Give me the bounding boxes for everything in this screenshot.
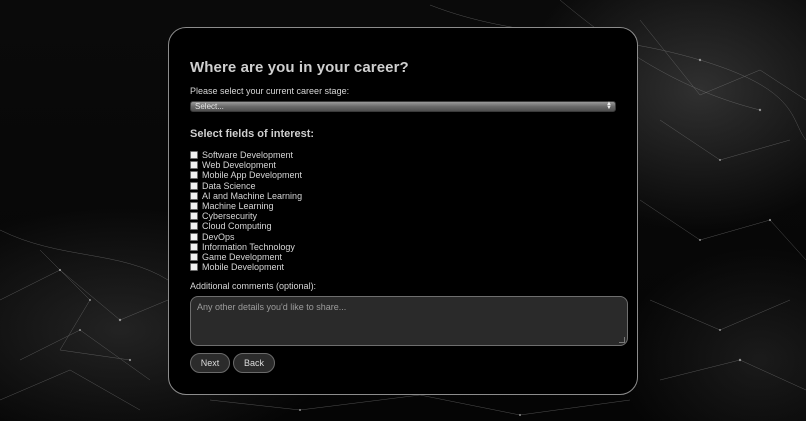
field-label: Web Development	[202, 160, 276, 171]
field-checkbox[interactable]	[190, 151, 198, 160]
field-checkbox[interactable]	[190, 191, 198, 200]
comments-textarea[interactable]: Any other details you'd like to share...	[190, 296, 628, 347]
next-button[interactable]: Next	[190, 353, 230, 374]
career-stage-label: Please select your current career stage:	[190, 86, 350, 96]
field-option: Information Technology	[190, 242, 627, 252]
field-label: Data Science	[202, 180, 256, 191]
field-label: Information Technology	[202, 241, 295, 252]
field-option: Game Development	[190, 252, 627, 262]
comments-label: Additional comments (optional):	[190, 281, 317, 292]
field-option: Machine Learning	[190, 201, 627, 211]
career-stage-selected-value: Select...	[195, 102, 224, 111]
field-checkbox[interactable]	[190, 263, 198, 272]
field-checkbox[interactable]	[190, 222, 198, 231]
career-stage-select[interactable]: Select... ▲ ▼	[190, 101, 616, 112]
field-checkbox[interactable]	[190, 252, 198, 261]
select-arrows-icon: ▲ ▼	[606, 101, 612, 111]
field-checkbox[interactable]	[190, 202, 198, 211]
field-label: Mobile App Development	[202, 170, 303, 181]
field-label: AI and Machine Learning	[202, 190, 303, 201]
fields-checkbox-list: Software Development Web Development Mob…	[190, 150, 627, 272]
field-option: AI and Machine Learning	[190, 191, 627, 201]
page-title: Where are you in your career?	[190, 59, 409, 76]
field-label: Software Development	[202, 150, 294, 161]
fields-of-interest-heading: Select fields of interest:	[190, 128, 315, 140]
field-label: Machine Learning	[202, 201, 274, 212]
field-option: Cybersecurity	[190, 211, 627, 221]
field-label: DevOps	[202, 231, 235, 242]
field-option: Web Development	[190, 160, 627, 170]
field-option: Software Development	[190, 150, 627, 160]
back-button[interactable]: Back	[233, 353, 275, 374]
comments-placeholder: Any other details you'd like to share...	[197, 302, 347, 313]
field-checkbox[interactable]	[190, 181, 198, 190]
field-checkbox[interactable]	[190, 161, 198, 170]
field-checkbox[interactable]	[190, 212, 198, 221]
field-label: Game Development	[202, 251, 283, 262]
form-actions: Next Back	[190, 353, 627, 374]
field-option: Data Science	[190, 181, 627, 191]
field-label: Cloud Computing	[202, 221, 272, 232]
field-option: Cloud Computing	[190, 221, 627, 231]
field-checkbox[interactable]	[190, 242, 198, 251]
resize-handle-icon[interactable]	[619, 337, 625, 344]
field-checkbox[interactable]	[190, 232, 198, 241]
field-label: Mobile Development	[202, 262, 285, 273]
career-form-card: Where are you in your career? Please sel…	[168, 27, 638, 395]
field-checkbox[interactable]	[190, 171, 198, 180]
field-option: Mobile App Development	[190, 170, 627, 180]
field-option: DevOps	[190, 232, 627, 242]
field-option: Mobile Development	[190, 262, 627, 272]
field-label: Cybersecurity	[202, 211, 258, 222]
